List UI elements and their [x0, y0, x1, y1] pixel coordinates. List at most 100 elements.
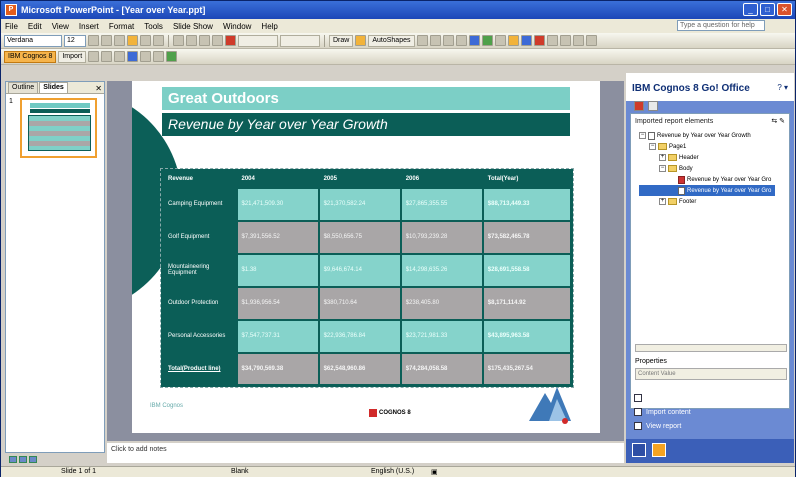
tree-item[interactable]: − Body — [639, 163, 775, 174]
clip-art-icon[interactable] — [481, 35, 493, 46]
spelling-icon[interactable]: ▣ — [431, 468, 438, 476]
expand-icon[interactable]: + — [659, 198, 666, 205]
bullets-icon[interactable] — [186, 35, 197, 46]
autoshapes-menu-button[interactable]: AutoShapes — [368, 34, 415, 47]
tree-item[interactable]: − Page1 — [639, 141, 775, 152]
import-content-link[interactable]: Import content — [634, 405, 691, 419]
tree-item[interactable]: + Footer — [639, 196, 775, 207]
close-icon[interactable]: ✕ — [95, 84, 102, 93]
menu-file[interactable]: File — [5, 22, 18, 31]
numbering-icon[interactable] — [173, 35, 184, 46]
normal-view-icon[interactable] — [9, 455, 17, 463]
3d-style-icon[interactable] — [585, 35, 597, 46]
view-report-link[interactable]: View report — [634, 419, 691, 433]
menu-format[interactable]: Format — [109, 22, 134, 31]
clear-cache-icon[interactable] — [140, 51, 152, 62]
slide-show-view-icon[interactable] — [29, 455, 37, 463]
convert-static-icon[interactable] — [114, 51, 126, 62]
new-slide-button[interactable] — [280, 34, 320, 47]
tree-item[interactable]: − Revenue by Year over Year Growth — [639, 130, 775, 141]
report-icon[interactable] — [634, 101, 644, 111]
ibm-cognos-button[interactable]: IBM Cognos 8 — [4, 50, 57, 63]
refresh-icon[interactable] — [88, 51, 100, 62]
properties-label: Properties — [635, 358, 667, 365]
align-left-icon[interactable] — [127, 35, 138, 46]
footer-link[interactable]: IBM Cognos — [150, 403, 183, 409]
tree-options-icon[interactable]: ⇆ ✎ — [771, 117, 785, 125]
notes-pane[interactable]: Click to add notes — [107, 441, 624, 463]
document-icon[interactable] — [648, 101, 658, 111]
text-color-icon[interactable] — [533, 35, 545, 46]
bold-icon[interactable] — [88, 35, 99, 46]
slide-editing-area[interactable]: Great Outdoors Revenue by Year over Year… — [107, 81, 624, 441]
font-select[interactable]: Verdana — [4, 34, 62, 47]
line-color-icon[interactable] — [520, 35, 532, 46]
line-style-icon[interactable] — [546, 35, 558, 46]
select-objects-icon[interactable] — [355, 35, 367, 46]
shadow-icon[interactable] — [572, 35, 584, 46]
publish-icon[interactable] — [127, 51, 139, 62]
draw-menu-button[interactable]: Draw — [329, 34, 354, 47]
menu-tools[interactable]: Tools — [144, 22, 163, 31]
tab-outline[interactable]: Outline — [8, 82, 39, 93]
menu-view[interactable]: View — [52, 22, 69, 31]
slide-canvas[interactable]: Great Outdoors Revenue by Year over Year… — [132, 81, 600, 433]
line-icon[interactable] — [416, 35, 428, 46]
tree-item[interactable]: Revenue by Year over Year Gro — [639, 174, 775, 185]
menu-window[interactable]: Window — [223, 22, 251, 31]
go-office-icon[interactable] — [652, 443, 666, 457]
oval-icon[interactable] — [455, 35, 467, 46]
collapse-icon[interactable]: − — [639, 132, 646, 139]
collapse-icon[interactable]: − — [659, 165, 666, 172]
title-bar[interactable]: P Microsoft PowerPoint - [Year over Year… — [1, 1, 795, 19]
font-shrink-icon[interactable] — [212, 35, 223, 46]
menu-help[interactable]: Help — [261, 22, 277, 31]
close-button[interactable]: ✕ — [777, 3, 792, 16]
help-search-input[interactable]: Type a question for help — [677, 20, 765, 31]
task-pane-menu-icon[interactable]: ? ▾ — [777, 83, 788, 92]
table-header-cell: Revenue — [161, 169, 238, 189]
toolbar-separator — [168, 34, 169, 47]
minimize-button[interactable]: _ — [743, 3, 758, 16]
italic-icon[interactable] — [101, 35, 112, 46]
fill-color-icon[interactable] — [507, 35, 519, 46]
import-button[interactable]: Import — [58, 50, 87, 63]
font-grow-icon[interactable] — [199, 35, 210, 46]
tree-horizontal-scrollbar[interactable] — [635, 344, 787, 352]
menu-slide-show[interactable]: Slide Show — [173, 22, 213, 31]
arrow-icon[interactable] — [429, 35, 441, 46]
table-cell: $21,370,582.24 — [317, 186, 402, 222]
browse-content-icon[interactable] — [632, 443, 646, 457]
font-color-icon[interactable] — [225, 35, 236, 46]
tree-item[interactable]: + Header — [639, 152, 775, 163]
font-size-select[interactable]: 12 — [64, 34, 86, 47]
align-center-icon[interactable] — [140, 35, 151, 46]
collapse-icon[interactable]: − — [649, 143, 656, 150]
thumbnail-title-band — [30, 103, 90, 108]
search-link[interactable]: Search — [634, 391, 691, 405]
rectangle-icon[interactable] — [442, 35, 454, 46]
menu-insert[interactable]: Insert — [79, 22, 99, 31]
slide-sorter-view-icon[interactable] — [19, 455, 27, 463]
slide-thumbnail[interactable] — [20, 98, 97, 158]
slide-subtitle[interactable]: Revenue by Year over Year Growth — [162, 113, 570, 136]
options-icon[interactable] — [153, 51, 165, 62]
refresh-all-icon[interactable] — [101, 51, 113, 62]
tab-slides[interactable]: Slides — [39, 82, 68, 93]
dash-style-icon[interactable] — [559, 35, 571, 46]
align-right-icon[interactable] — [153, 35, 164, 46]
picture-icon[interactable] — [494, 35, 506, 46]
design-button[interactable] — [238, 34, 278, 47]
underline-icon[interactable] — [114, 35, 125, 46]
menu-edit[interactable]: Edit — [28, 22, 42, 31]
tree-item-selected[interactable]: Revenue by Year over Year Gro — [639, 185, 776, 196]
expand-icon[interactable]: + — [659, 154, 666, 161]
table-cell: $10,793,239.28 — [399, 219, 484, 255]
slide-title[interactable]: Great Outdoors — [162, 87, 570, 110]
properties-grid[interactable]: Content Value — [635, 368, 787, 380]
go-office-help-icon[interactable] — [166, 51, 178, 62]
textbox-icon[interactable] — [468, 35, 480, 46]
maximize-button[interactable]: □ — [760, 3, 775, 16]
revenue-table[interactable]: Revenue 2004 2005 2006 Total(Year) Campi… — [160, 168, 574, 388]
row-label: Camping Equipment — [161, 186, 238, 222]
